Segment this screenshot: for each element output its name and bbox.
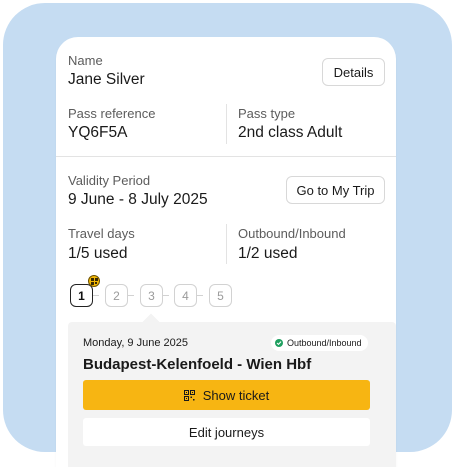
day-4-button[interactable]: 4 — [174, 284, 197, 307]
outbound-inbound-tag: Outbound/Inbound — [271, 335, 368, 351]
day-connector — [163, 295, 169, 296]
day-connector — [128, 295, 134, 296]
journey-date: Monday, 9 June 2025 — [83, 337, 188, 349]
check-circle-icon — [275, 339, 283, 347]
day-1-button[interactable]: 1 — [70, 284, 93, 307]
day-2-button[interactable]: 2 — [105, 284, 128, 307]
day-3-button[interactable]: 3 — [140, 284, 163, 307]
pass-reference-value: YQ6F5A — [68, 124, 128, 141]
column-divider — [226, 104, 227, 144]
edit-journeys-button[interactable]: Edit journeys — [83, 418, 370, 446]
pass-card: Name Jane Silver Details Pass reference … — [56, 37, 396, 467]
column-divider — [226, 224, 227, 264]
show-ticket-button[interactable]: Show ticket — [83, 380, 370, 410]
day-connector — [93, 295, 99, 296]
pass-type-value: 2nd class Adult — [238, 124, 343, 141]
qr-badge-icon — [88, 275, 100, 287]
validity-label: Validity Period — [68, 173, 151, 188]
outbound-inbound-label: Outbound/Inbound — [238, 226, 346, 241]
day-connector — [197, 295, 203, 296]
name-label: Name — [68, 53, 103, 68]
travel-days-label: Travel days — [68, 226, 135, 241]
pass-reference-label: Pass reference — [68, 106, 156, 121]
validity-value: 9 June - 8 July 2025 — [68, 191, 208, 208]
show-ticket-label: Show ticket — [202, 387, 270, 403]
journey-route: Budapest-Kelenfoeld - Wien Hbf — [83, 356, 312, 373]
outbound-inbound-tag-label: Outbound/Inbound — [287, 338, 362, 348]
travel-days-value: 1/5 used — [68, 245, 128, 262]
go-to-my-trip-button[interactable]: Go to My Trip — [286, 176, 385, 204]
details-button[interactable]: Details — [322, 58, 385, 86]
name-value: Jane Silver — [68, 71, 145, 88]
section-divider — [56, 156, 396, 157]
day-5-button[interactable]: 5 — [209, 284, 232, 307]
journey-card: Monday, 9 June 2025 Outbound/Inbound Bud… — [68, 322, 396, 467]
qr-code-icon — [183, 389, 195, 401]
outbound-inbound-value: 1/2 used — [238, 245, 298, 262]
pass-type-label: Pass type — [238, 106, 296, 121]
